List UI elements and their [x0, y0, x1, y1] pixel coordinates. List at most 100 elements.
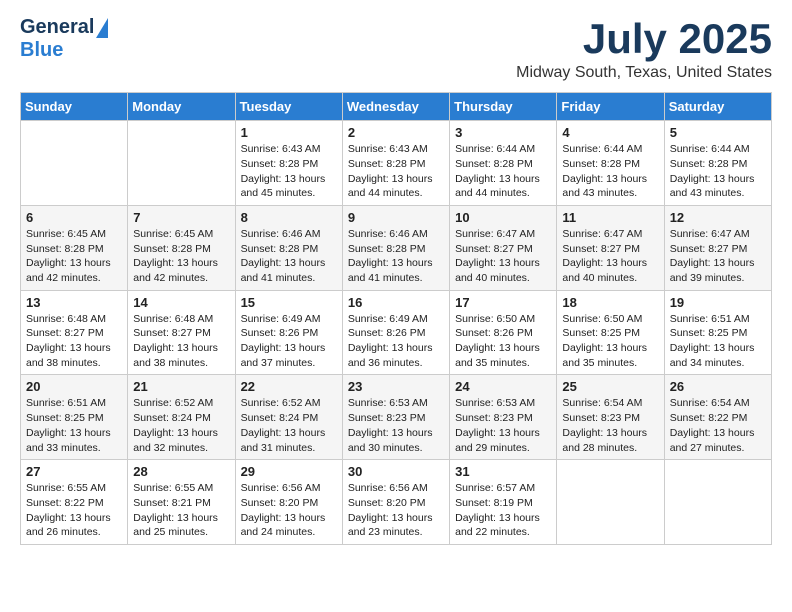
col-header-monday: Monday [128, 93, 235, 121]
day-number: 9 [348, 210, 444, 225]
calendar-cell: 19 Sunrise: 6:51 AMSunset: 8:25 PMDayligh… [664, 290, 771, 375]
calendar-cell [21, 121, 128, 206]
day-number: 25 [562, 379, 658, 394]
day-info: Sunrise: 6:43 AMSunset: 8:28 PMDaylight:… [348, 142, 444, 201]
logo-blue: Blue [20, 39, 63, 62]
col-header-saturday: Saturday [664, 93, 771, 121]
calendar-cell: 3 Sunrise: 6:44 AMSunset: 8:28 PMDaylight… [450, 121, 557, 206]
day-info: Sunrise: 6:51 AMSunset: 8:25 PMDaylight:… [26, 396, 122, 455]
calendar-cell: 28Sunrise: 6:55 AMSunset: 8:21 PMDayligh… [128, 460, 235, 545]
calendar-cell: 21 Sunrise: 6:52 AMSunset: 8:24 PMDayligh… [128, 375, 235, 460]
day-number: 30 [348, 464, 444, 479]
day-info: Sunrise: 6:45 AMSunset: 8:28 PMDaylight:… [133, 227, 229, 286]
logo-triangle-icon [96, 18, 108, 38]
calendar-cell: 31 Sunrise: 6:57 AMSunset: 8:19 PMDayligh… [450, 460, 557, 545]
day-number: 10 [455, 210, 551, 225]
calendar-cell: 23 Sunrise: 6:53 AMSunset: 8:23 PMDayligh… [342, 375, 449, 460]
calendar-cell: 30 Sunrise: 6:56 AMSunset: 8:20 PMDayligh… [342, 460, 449, 545]
calendar-cell: 8 Sunrise: 6:46 AMSunset: 8:28 PMDaylight… [235, 205, 342, 290]
calendar-week-3: 13 Sunrise: 6:48 AMSunset: 8:27 PMDayligh… [21, 290, 772, 375]
day-info: Sunrise: 6:50 AMSunset: 8:26 PMDaylight:… [455, 312, 551, 371]
day-info: Sunrise: 6:43 AMSunset: 8:28 PMDaylight:… [241, 142, 337, 201]
title-area: July 2025 Midway South, Texas, United St… [516, 16, 772, 82]
day-number: 16 [348, 295, 444, 310]
day-number: 11 [562, 210, 658, 225]
day-info: Sunrise: 6:50 AMSunset: 8:25 PMDaylight:… [562, 312, 658, 371]
day-info: Sunrise: 6:46 AMSunset: 8:28 PMDaylight:… [241, 227, 337, 286]
calendar-cell: 14 Sunrise: 6:48 AMSunset: 8:27 PMDayligh… [128, 290, 235, 375]
day-info: Sunrise: 6:44 AMSunset: 8:28 PMDaylight:… [562, 142, 658, 201]
day-number: 12 [670, 210, 766, 225]
calendar-cell [557, 460, 664, 545]
day-number: 3 [455, 125, 551, 140]
day-number: 21 [133, 379, 229, 394]
day-info: Sunrise: 6:44 AMSunset: 8:28 PMDaylight:… [455, 142, 551, 201]
day-number: 1 [241, 125, 337, 140]
calendar-cell: 10 Sunrise: 6:47 AMSunset: 8:27 PMDayligh… [450, 205, 557, 290]
day-info: Sunrise: 6:52 AMSunset: 8:24 PMDaylight:… [133, 396, 229, 455]
calendar-cell: 27 Sunrise: 6:55 AMSunset: 8:22 PMDayligh… [21, 460, 128, 545]
page-title: July 2025 [516, 16, 772, 62]
day-info: Sunrise: 6:48 AMSunset: 8:27 PMDaylight:… [133, 312, 229, 371]
col-header-thursday: Thursday [450, 93, 557, 121]
day-info: Sunrise: 6:48 AMSunset: 8:27 PMDaylight:… [26, 312, 122, 371]
day-info: Sunrise: 6:57 AMSunset: 8:19 PMDaylight:… [455, 481, 551, 540]
calendar-cell: 6Sunrise: 6:45 AMSunset: 8:28 PMDaylight… [21, 205, 128, 290]
calendar-table: SundayMondayTuesdayWednesdayThursdayFrid… [20, 92, 772, 545]
day-info: Sunrise: 6:55 AMSunset: 8:21 PMDaylight:… [133, 481, 229, 540]
day-info: Sunrise: 6:51 AMSunset: 8:25 PMDaylight:… [670, 312, 766, 371]
col-header-friday: Friday [557, 93, 664, 121]
calendar-cell: 25 Sunrise: 6:54 AMSunset: 8:23 PMDayligh… [557, 375, 664, 460]
calendar-cell: 12 Sunrise: 6:47 AMSunset: 8:27 PMDayligh… [664, 205, 771, 290]
day-info: Sunrise: 6:44 AMSunset: 8:28 PMDaylight:… [670, 142, 766, 201]
day-info: Sunrise: 6:49 AMSunset: 8:26 PMDaylight:… [241, 312, 337, 371]
calendar-cell: 4 Sunrise: 6:44 AMSunset: 8:28 PMDaylight… [557, 121, 664, 206]
day-info: Sunrise: 6:47 AMSunset: 8:27 PMDaylight:… [670, 227, 766, 286]
calendar-cell: 16Sunrise: 6:49 AMSunset: 8:26 PMDayligh… [342, 290, 449, 375]
day-number: 8 [241, 210, 337, 225]
day-number: 20 [26, 379, 122, 394]
day-info: Sunrise: 6:54 AMSunset: 8:22 PMDaylight:… [670, 396, 766, 455]
day-number: 23 [348, 379, 444, 394]
calendar-cell: 1 Sunrise: 6:43 AMSunset: 8:28 PMDaylight… [235, 121, 342, 206]
day-number: 24 [455, 379, 551, 394]
day-info: Sunrise: 6:52 AMSunset: 8:24 PMDaylight:… [241, 396, 337, 455]
page-subtitle: Midway South, Texas, United States [516, 64, 772, 82]
calendar-cell: 2 Sunrise: 6:43 AMSunset: 8:28 PMDaylight… [342, 121, 449, 206]
day-number: 13 [26, 295, 122, 310]
day-number: 27 [26, 464, 122, 479]
day-number: 4 [562, 125, 658, 140]
day-info: Sunrise: 6:53 AMSunset: 8:23 PMDaylight:… [455, 396, 551, 455]
day-info: Sunrise: 6:55 AMSunset: 8:22 PMDaylight:… [26, 481, 122, 540]
day-info: Sunrise: 6:53 AMSunset: 8:23 PMDaylight:… [348, 396, 444, 455]
day-info: Sunrise: 6:54 AMSunset: 8:23 PMDaylight:… [562, 396, 658, 455]
day-number: 26 [670, 379, 766, 394]
calendar-cell: 5 Sunrise: 6:44 AMSunset: 8:28 PMDaylight… [664, 121, 771, 206]
calendar-cell: 20 Sunrise: 6:51 AMSunset: 8:25 PMDayligh… [21, 375, 128, 460]
day-number: 14 [133, 295, 229, 310]
day-number: 22 [241, 379, 337, 394]
calendar-cell: 18 Sunrise: 6:50 AMSunset: 8:25 PMDayligh… [557, 290, 664, 375]
day-number: 31 [455, 464, 551, 479]
col-header-wednesday: Wednesday [342, 93, 449, 121]
day-number: 29 [241, 464, 337, 479]
header: General Blue July 2025 Midway South, Tex… [20, 16, 772, 82]
calendar-cell: 22 Sunrise: 6:52 AMSunset: 8:24 PMDayligh… [235, 375, 342, 460]
day-info: Sunrise: 6:56 AMSunset: 8:20 PMDaylight:… [348, 481, 444, 540]
calendar-cell: 24 Sunrise: 6:53 AMSunset: 8:23 PMDayligh… [450, 375, 557, 460]
col-header-sunday: Sunday [21, 93, 128, 121]
calendar-cell [664, 460, 771, 545]
day-number: 2 [348, 125, 444, 140]
day-number: 19 [670, 295, 766, 310]
day-info: Sunrise: 6:47 AMSunset: 8:27 PMDaylight:… [562, 227, 658, 286]
day-number: 17 [455, 295, 551, 310]
day-number: 15 [241, 295, 337, 310]
day-number: 5 [670, 125, 766, 140]
calendar-week-2: 6Sunrise: 6:45 AMSunset: 8:28 PMDaylight… [21, 205, 772, 290]
day-number: 18 [562, 295, 658, 310]
calendar-cell: 26 Sunrise: 6:54 AMSunset: 8:22 PMDayligh… [664, 375, 771, 460]
day-info: Sunrise: 6:47 AMSunset: 8:27 PMDaylight:… [455, 227, 551, 286]
day-info: Sunrise: 6:45 AMSunset: 8:28 PMDaylight:… [26, 227, 122, 286]
day-info: Sunrise: 6:56 AMSunset: 8:20 PMDaylight:… [241, 481, 337, 540]
calendar-cell: 11 Sunrise: 6:47 AMSunset: 8:27 PMDayligh… [557, 205, 664, 290]
